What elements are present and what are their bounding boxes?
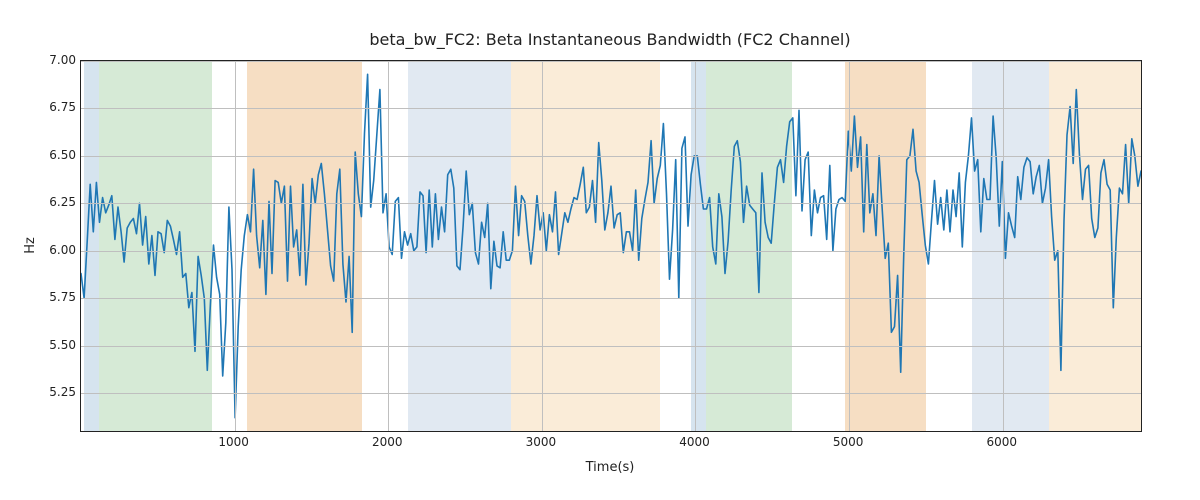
gridline-h xyxy=(81,298,1141,299)
gridline-v xyxy=(1003,61,1004,431)
gridline-v xyxy=(235,61,236,431)
gridline-h xyxy=(81,346,1141,347)
gridline-v xyxy=(542,61,543,431)
y-tick-label: 7.00 xyxy=(40,53,76,67)
y-tick-label: 5.75 xyxy=(40,290,76,304)
y-tick-label: 5.50 xyxy=(40,338,76,352)
gridline-h xyxy=(81,156,1141,157)
gridline-v xyxy=(849,61,850,431)
y-tick-label: 6.25 xyxy=(40,195,76,209)
gridline-v xyxy=(695,61,696,431)
gridline-v xyxy=(388,61,389,431)
x-tick-label: 4000 xyxy=(669,435,719,449)
y-tick-label: 6.50 xyxy=(40,148,76,162)
plot-area xyxy=(80,60,1142,432)
chart-title: beta_bw_FC2: Beta Instantaneous Bandwidt… xyxy=(80,30,1140,49)
x-tick-label: 2000 xyxy=(362,435,412,449)
x-tick-label: 6000 xyxy=(977,435,1027,449)
gridline-h xyxy=(81,393,1141,394)
figure: beta_bw_FC2: Beta Instantaneous Bandwidt… xyxy=(0,0,1200,500)
y-tick-label: 6.75 xyxy=(40,100,76,114)
x-tick-label: 1000 xyxy=(209,435,259,449)
x-axis-label: Time(s) xyxy=(80,460,1140,475)
y-tick-label: 5.25 xyxy=(40,385,76,399)
gridline-h xyxy=(81,203,1141,204)
y-axis-label: Hz xyxy=(22,237,37,254)
gridline-h xyxy=(81,61,1141,62)
y-axis-label-container: Hz xyxy=(20,60,40,430)
gridline-h xyxy=(81,251,1141,252)
series-line xyxy=(81,74,1141,417)
y-tick-label: 6.00 xyxy=(40,243,76,257)
x-tick-label: 5000 xyxy=(823,435,873,449)
x-tick-label: 3000 xyxy=(516,435,566,449)
gridline-h xyxy=(81,108,1141,109)
line-series xyxy=(81,61,1141,431)
